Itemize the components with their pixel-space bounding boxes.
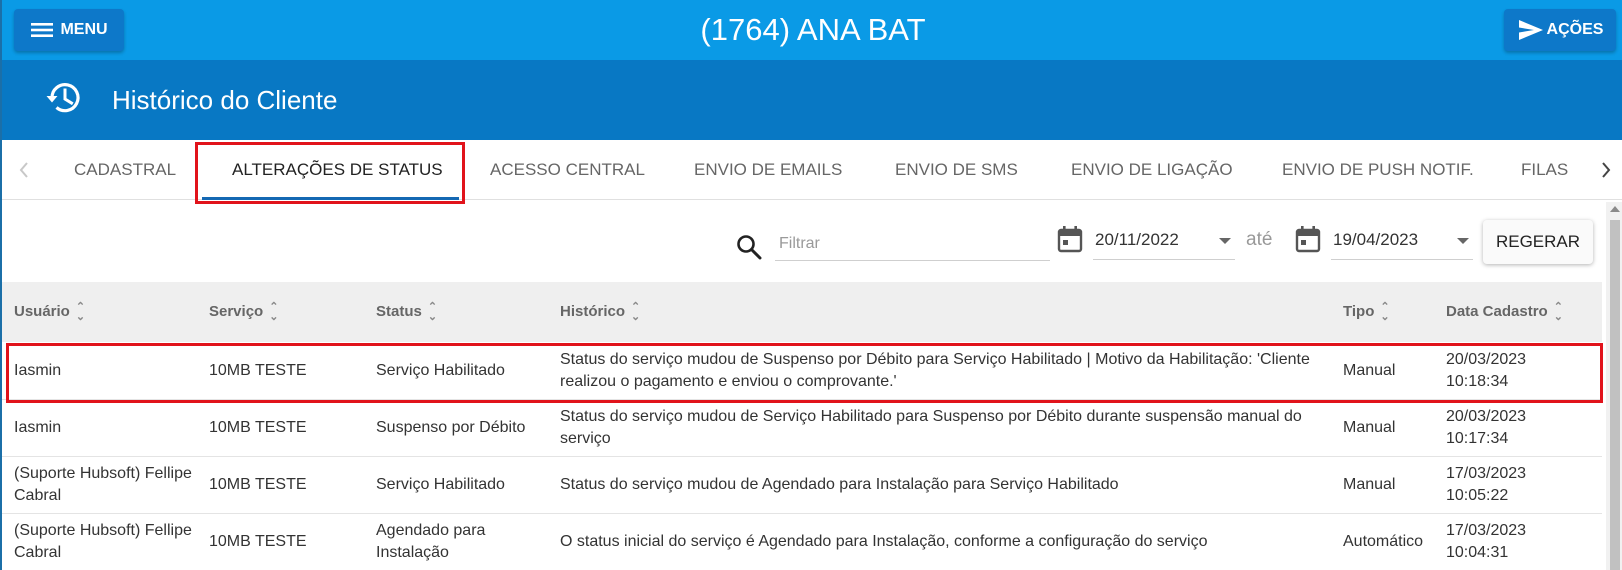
date-range-separator: até	[1246, 229, 1273, 250]
cell-servico: 10MB TESTE	[209, 476, 307, 493]
calendar-icon[interactable]	[1295, 225, 1321, 253]
client-title: (1764) ANA BAT	[700, 12, 926, 47]
table-row[interactable]: (Suporte Hubsoft) Fellipe Cabral 10MB TE…	[2, 514, 1602, 570]
section-header: Histórico do Cliente	[2, 60, 1622, 140]
send-icon	[1518, 20, 1543, 40]
row-highlight-box	[6, 343, 1603, 403]
cell-data-cadastro: 17/03/2023 10:04:31	[1446, 522, 1527, 561]
column-header-usuario[interactable]: Usuário ⌃ ⌄	[14, 282, 85, 342]
date-from-value: 20/11/2022	[1095, 230, 1179, 249]
chevron-down-icon	[1457, 238, 1469, 244]
cell-historico: Status do serviço mudou de Serviço Habil…	[560, 408, 1302, 447]
cell-data-cadastro: 20/03/2023 10:17:34	[1446, 408, 1527, 447]
column-header-data-cadastro[interactable]: Data Cadastro ⌃ ⌄	[1446, 282, 1563, 342]
scroll-up-arrow[interactable]	[1610, 206, 1620, 212]
menu-button-label: MENU	[60, 21, 108, 38]
cell-servico: 10MB TESTE	[209, 419, 307, 436]
cell-usuario: (Suporte Hubsoft) Fellipe Cabral	[14, 522, 192, 561]
history-icon	[46, 83, 80, 113]
chevron-left-icon	[19, 162, 28, 178]
sort-icon: ⌃ ⌄	[1380, 301, 1390, 324]
tab-highlight-box	[195, 142, 465, 204]
column-header-servico[interactable]: Serviço ⌃ ⌄	[209, 282, 278, 342]
cell-usuario: (Suporte Hubsoft) Fellipe Cabral	[14, 465, 192, 504]
tab-acesso-central[interactable]: ACESSO CENTRAL	[490, 140, 645, 200]
table-row[interactable]: (Suporte Hubsoft) Fellipe Cabral 10MB TE…	[2, 457, 1602, 514]
tab-envio-de-ligacao[interactable]: ENVIO DE LIGAÇÃO	[1071, 140, 1233, 200]
table-header: Usuário ⌃ ⌄ Serviço ⌃ ⌄ Status ⌃ ⌄ Histórico ⌃ ⌄…	[2, 282, 1602, 342]
cell-tipo: Manual	[1343, 419, 1396, 436]
sort-icon: ⌃ ⌄	[427, 301, 438, 324]
tabs-scroll-right[interactable]	[1588, 140, 1622, 200]
tab-cadastral[interactable]: CADASTRAL	[74, 140, 176, 200]
column-label: Status	[376, 303, 422, 320]
chevron-down-icon	[1219, 238, 1231, 244]
column-label: Serviço	[209, 303, 264, 320]
menu-button[interactable]: MENU	[14, 9, 124, 51]
tab-envio-de-sms[interactable]: ENVIO DE SMS	[895, 140, 1018, 200]
column-header-tipo[interactable]: Tipo ⌃ ⌄	[1343, 282, 1390, 342]
sort-icon: ⌃ ⌄	[1553, 301, 1563, 324]
cell-tipo: Manual	[1343, 476, 1396, 493]
top-bar: (1764) ANA BAT MENU AÇÕES	[2, 0, 1622, 60]
cell-historico: Status do serviço mudou de Agendado para…	[560, 476, 1119, 493]
section-title: Histórico do Cliente	[112, 85, 338, 115]
cell-tipo: Automático	[1343, 533, 1424, 550]
date-from-select[interactable]: 20/11/2022	[1093, 226, 1235, 260]
cell-data-cadastro: 17/03/2023 10:05:22	[1446, 465, 1527, 504]
actions-button[interactable]: AÇÕES	[1504, 9, 1616, 51]
sort-icon: ⌃ ⌄	[631, 301, 641, 324]
scrollbar-thumb[interactable]	[1610, 220, 1620, 570]
cell-usuario: Iasmin	[14, 419, 62, 436]
date-to-select[interactable]: 19/04/2023	[1331, 226, 1473, 260]
app-frame: (1764) ANA BAT MENU AÇÕES Histórico do C…	[0, 0, 1622, 570]
calendar-icon[interactable]	[1057, 225, 1083, 253]
column-label: Histórico	[560, 303, 626, 320]
date-to-value: 19/04/2023	[1333, 230, 1419, 249]
cell-servico: 10MB TESTE	[209, 533, 307, 550]
column-label: Usuário	[14, 303, 70, 320]
table-row[interactable]: Iasmin 10MB TESTE Suspenso por Débito St…	[2, 400, 1602, 457]
column-header-status[interactable]: Status ⌃ ⌄	[376, 282, 437, 342]
cell-status: Serviço Habilitado	[376, 476, 505, 493]
hamburger-icon	[31, 23, 54, 37]
tab-filas[interactable]: FILAS	[1521, 140, 1568, 200]
tab-envio-de-push-notif[interactable]: ENVIO DE PUSH NOTIF.	[1282, 140, 1474, 200]
cell-status: Agendado para Instalação	[376, 522, 486, 561]
search-icon[interactable]	[735, 233, 763, 261]
column-header-historico[interactable]: Histórico ⌃ ⌄	[560, 282, 640, 342]
cell-historico: O status inicial do serviço é Agendado p…	[560, 533, 1208, 550]
actions-button-label: AÇÕES	[1546, 21, 1604, 38]
vertical-scrollbar[interactable]	[1606, 202, 1622, 570]
tab-envio-de-emails[interactable]: ENVIO DE EMAILS	[694, 140, 842, 200]
column-label: Tipo	[1343, 303, 1375, 320]
filter-input[interactable]	[775, 227, 1050, 261]
tabs-scroll-left[interactable]	[6, 140, 42, 200]
sort-icon: ⌃ ⌄	[269, 301, 279, 324]
regenerate-button[interactable]: REGERAR	[1483, 220, 1593, 264]
cell-status: Suspenso por Débito	[376, 419, 526, 436]
chevron-right-icon	[1602, 162, 1611, 178]
sort-icon: ⌃ ⌄	[75, 301, 86, 324]
column-label: Data Cadastro	[1446, 303, 1548, 320]
